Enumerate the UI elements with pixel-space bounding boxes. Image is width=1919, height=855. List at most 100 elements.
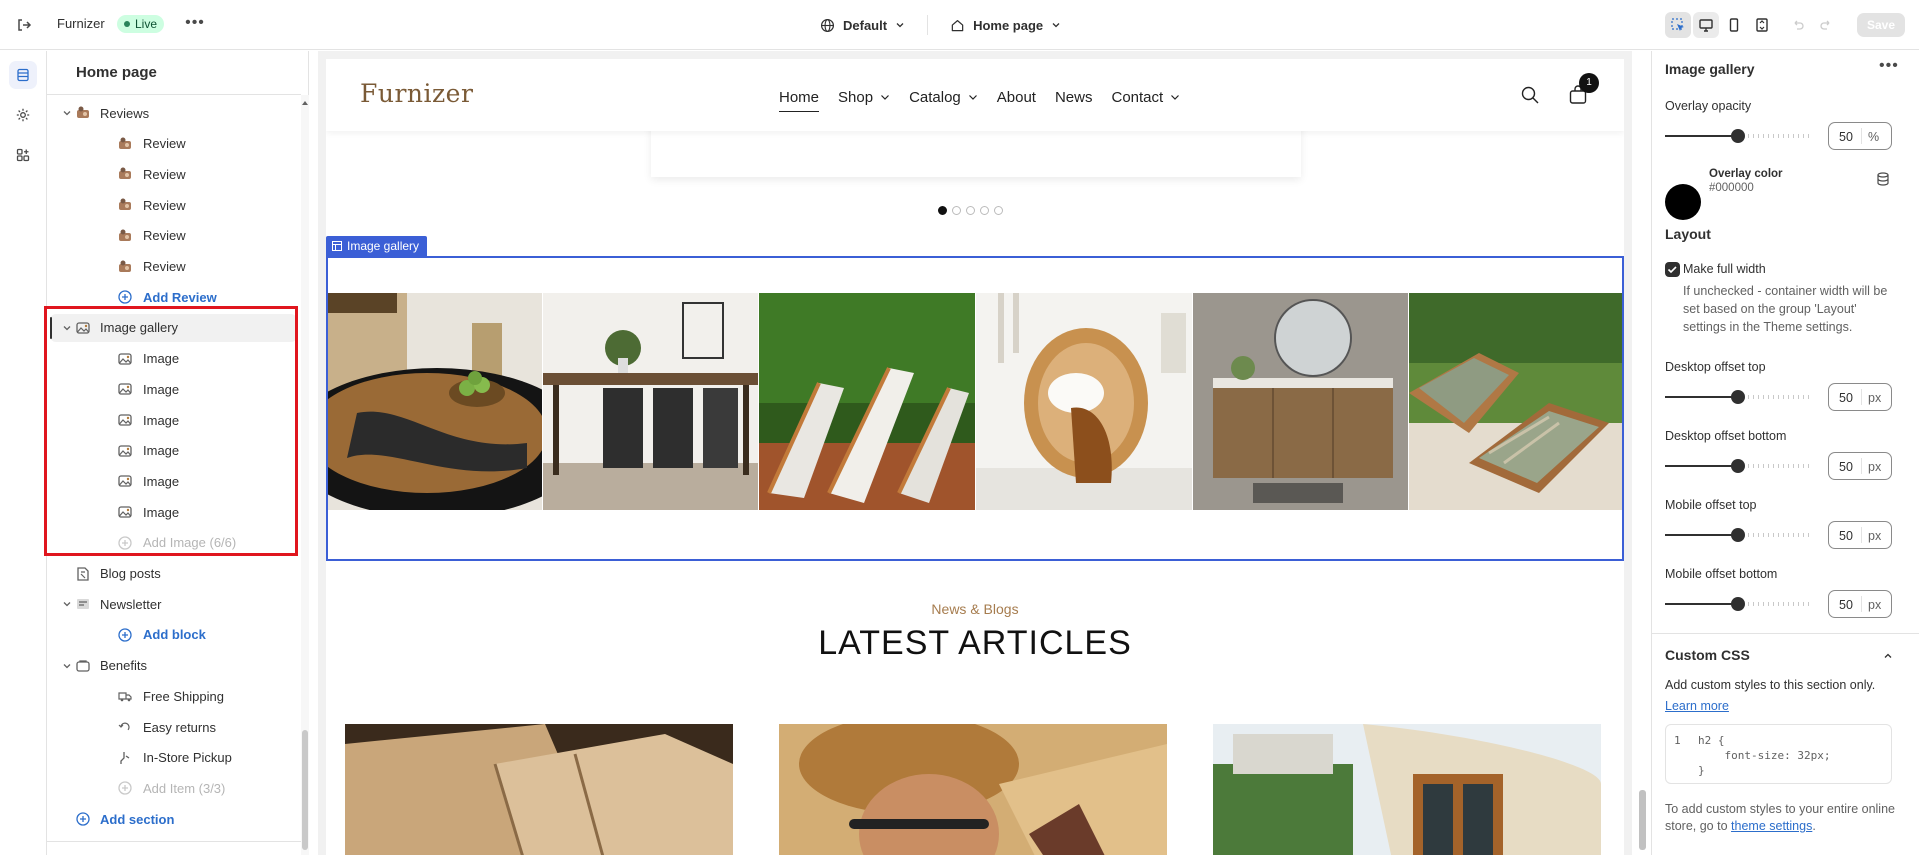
add-button-add-review[interactable]: Add Review (47, 283, 301, 311)
pagination-dot[interactable] (966, 206, 975, 215)
slider-handle[interactable] (1731, 390, 1745, 404)
block-item-image[interactable]: Image (47, 467, 301, 495)
section-item-blog-posts[interactable]: Blog posts (47, 560, 301, 588)
section-tag[interactable]: Image gallery (326, 236, 428, 256)
gallery-image[interactable] (327, 293, 543, 510)
block-item-easy-returns[interactable]: Easy returns (47, 713, 301, 741)
block-item-review[interactable]: Review (47, 222, 301, 250)
block-item-review[interactable]: Review (47, 191, 301, 219)
desktop-offset-top-slider[interactable] (1665, 389, 1813, 405)
overlay-color-swatch[interactable] (1665, 184, 1701, 220)
section-item-benefits[interactable]: Benefits (47, 652, 301, 680)
overlay-opacity-slider[interactable] (1665, 128, 1813, 144)
full-width-checkbox[interactable] (1665, 262, 1680, 277)
article-image[interactable] (345, 724, 733, 855)
slider-handle[interactable] (1731, 459, 1745, 473)
gallery-image[interactable] (543, 293, 759, 510)
inspector-toggle-button[interactable] (1664, 12, 1691, 38)
divider (927, 15, 929, 35)
nav-label: Shop (838, 88, 874, 106)
block-item-review[interactable]: Review (47, 160, 301, 188)
mobile-offset-bottom-slider[interactable] (1665, 596, 1813, 612)
gallery-image[interactable] (759, 293, 976, 510)
input-value: 50 (1839, 460, 1853, 474)
block-item-review[interactable]: Review (47, 130, 301, 158)
mobile-view-button[interactable] (1721, 12, 1747, 38)
database-icon[interactable] (1876, 172, 1890, 186)
article-image[interactable] (1213, 724, 1601, 855)
block-item-image[interactable]: Image (47, 375, 301, 403)
mobile-offset-top-input[interactable]: 50 px (1828, 521, 1892, 549)
theme-settings-tab[interactable] (9, 101, 37, 129)
panel-more-button[interactable]: ••• (1879, 57, 1899, 75)
mobile-offset-top-slider[interactable] (1665, 527, 1813, 543)
pagination-dot[interactable] (952, 206, 961, 215)
theme-settings-link[interactable]: theme settings (1731, 819, 1812, 833)
add-circle-icon (117, 535, 133, 551)
slider-handle[interactable] (1731, 528, 1745, 542)
add-button-disabled-add-image-6-6[interactable]: Add Image (6/6) (47, 529, 301, 557)
chevron-down-icon[interactable] (62, 599, 72, 609)
gallery-image[interactable] (1409, 293, 1623, 510)
chevron-down-icon[interactable] (62, 323, 72, 333)
block-item-in-store-pickup[interactable]: In-Store Pickup (47, 744, 301, 772)
section-tag-label: Image gallery (347, 239, 420, 253)
theme-dropdown[interactable]: Default (820, 18, 905, 33)
block-item-review[interactable]: Review (47, 253, 301, 281)
main-navigation: Home Shop Catalog About News Contact (779, 86, 1199, 112)
image-gallery[interactable] (327, 293, 1623, 510)
desktop-offset-top-input[interactable]: 50 px (1828, 383, 1892, 411)
pagination-dot[interactable] (994, 206, 1003, 215)
section-item-newsletter[interactable]: Newsletter (47, 590, 301, 618)
section-item-image-gallery[interactable]: Image gallery (50, 313, 297, 342)
desktop-view-button[interactable] (1692, 12, 1719, 38)
more-actions-button[interactable]: ••• (184, 14, 206, 36)
redo-button[interactable] (1813, 12, 1839, 38)
nav-home[interactable]: Home (779, 86, 820, 112)
chevron-down-icon[interactable] (62, 108, 72, 118)
desktop-offset-bottom-input[interactable]: 50 px (1828, 452, 1892, 480)
chevron-down-icon[interactable] (62, 661, 72, 671)
sidebar-scrollbar[interactable] (301, 95, 309, 855)
exit-icon[interactable] (14, 15, 34, 35)
nav-shop[interactable]: Shop (838, 86, 890, 108)
pagination-dot[interactable] (938, 206, 947, 215)
store-logo[interactable]: Furnizer (360, 79, 473, 108)
gallery-image[interactable] (976, 293, 1193, 510)
mobile-offset-bottom-input[interactable]: 50 px (1828, 590, 1892, 618)
sections-tab[interactable] (9, 61, 37, 89)
custom-css-editor[interactable]: 1 h2 { font-size: 32px; } (1665, 724, 1892, 784)
article-image[interactable] (779, 724, 1167, 855)
search-icon[interactable] (1521, 86, 1539, 104)
scroll-up-icon[interactable] (301, 99, 309, 107)
add-button-add-section[interactable]: Add section (47, 805, 301, 833)
scrollbar-thumb[interactable] (302, 730, 308, 850)
page-dropdown[interactable]: Home page (950, 18, 1061, 33)
desktop-offset-bottom-slider[interactable] (1665, 458, 1813, 474)
full-width-view-button[interactable] (1749, 12, 1775, 38)
section-item-reviews[interactable]: Reviews (47, 99, 301, 127)
block-item-image[interactable]: Image (47, 498, 301, 526)
chevron-up-icon[interactable] (1883, 651, 1893, 661)
block-item-image[interactable]: Image (47, 437, 301, 465)
gallery-image[interactable] (1193, 293, 1409, 510)
scrollbar-thumb[interactable] (1639, 790, 1646, 850)
apps-tab[interactable] (9, 141, 37, 169)
slider-handle[interactable] (1731, 597, 1745, 611)
nav-contact[interactable]: Contact (1111, 86, 1180, 108)
slider-handle[interactable] (1731, 129, 1745, 143)
block-item-image[interactable]: Image (47, 406, 301, 434)
block-item-free-shipping[interactable]: Free Shipping (47, 682, 301, 710)
nav-catalog[interactable]: Catalog (909, 86, 978, 108)
undo-button[interactable] (1785, 12, 1811, 38)
add-button-add-block[interactable]: Add block (47, 621, 301, 649)
preview-scrollbar[interactable] (1638, 60, 1647, 855)
nav-about[interactable]: About (997, 86, 1036, 108)
add-button-disabled-add-item-3-3[interactable]: Add Item (3/3) (47, 774, 301, 802)
save-button[interactable]: Save (1856, 13, 1905, 37)
learn-more-link[interactable]: Learn more (1665, 699, 1729, 713)
nav-news[interactable]: News (1055, 86, 1093, 108)
pagination-dot[interactable] (980, 206, 989, 215)
block-item-image[interactable]: Image (47, 345, 301, 373)
overlay-opacity-input[interactable]: 50% (1828, 122, 1892, 150)
